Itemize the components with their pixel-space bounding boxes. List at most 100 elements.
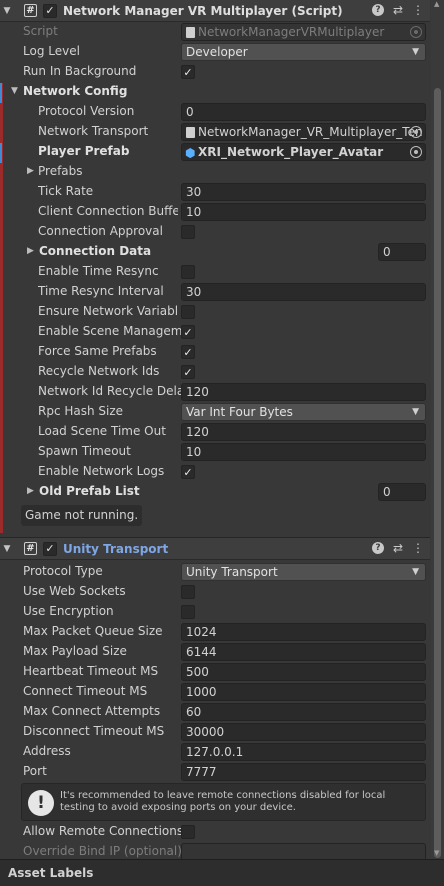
log-level-dropdown[interactable]: Developer ▼: [181, 43, 426, 61]
enable-scene-management-row: Enable Scene Manageme ✓: [0, 322, 430, 342]
port-field[interactable]: 7777: [181, 763, 426, 781]
network-transport-label: Network Transport: [38, 124, 149, 138]
component-title: Network Manager VR Multiplayer (Script): [63, 3, 343, 18]
scrollbar-thumb[interactable]: [434, 88, 441, 858]
help-icon[interactable]: ?: [371, 4, 384, 16]
run-in-background-checkbox[interactable]: ✓: [181, 65, 195, 79]
load-scene-time-out-field[interactable]: 120: [181, 423, 426, 441]
script-file-icon: [186, 127, 195, 138]
asset-labels-label: Asset Labels: [8, 866, 94, 880]
max-connect-attempts-field[interactable]: 60: [181, 703, 426, 721]
old-prefab-list-row[interactable]: ▶ Old Prefab List 0: [0, 482, 430, 502]
network-config-row[interactable]: ▼ Network Config: [0, 82, 430, 102]
enable-scene-management-checkbox[interactable]: ✓: [181, 325, 195, 339]
connection-data-size-field[interactable]: 0: [378, 243, 426, 261]
override-bind-ip-label: Override Bind IP (optional): [23, 844, 182, 858]
address-label: Address: [23, 744, 71, 758]
foldout-closed-icon[interactable]: ▶: [27, 166, 34, 176]
allow-remote-connections-checkbox[interactable]: [181, 825, 195, 839]
max-payload-size-row: Max Payload Size 6144: [0, 642, 430, 662]
component-enabled-checkbox[interactable]: ✓: [43, 3, 57, 18]
ensure-network-variable-checkbox[interactable]: [181, 305, 195, 319]
prefabs-label: Prefabs: [38, 164, 83, 178]
client-connection-buffer-field[interactable]: 10: [181, 203, 426, 221]
remote-connection-help-box: ! It's recommended to leave remote conne…: [21, 783, 426, 821]
asset-labels-bar[interactable]: Asset Labels: [0, 859, 444, 886]
network-transport-field[interactable]: NetworkManager_VR_Multiplayer_Ten: [181, 123, 426, 141]
protocol-version-label: Protocol Version: [38, 104, 135, 118]
foldout-closed-icon[interactable]: ▶: [27, 246, 34, 256]
old-prefab-list-label: Old Prefab List: [39, 484, 140, 498]
presets-icon[interactable]: ⇄: [393, 3, 403, 17]
network-transport-row: Network Transport NetworkManager_VR_Mult…: [0, 122, 430, 142]
network-id-recycle-delay-row: Network Id Recycle Delay 120: [0, 382, 430, 402]
scroll-up-icon[interactable]: ▲: [434, 0, 439, 8]
max-packet-queue-size-label: Max Packet Queue Size: [23, 624, 163, 638]
override-bind-ip-field: [181, 843, 426, 859]
ensure-network-variable-label: Ensure Network Variable: [38, 304, 178, 318]
unity-transport-header[interactable]: ▼ # ✓ Unity Transport ? ⇄ ⋮: [0, 538, 430, 560]
use-encryption-label: Use Encryption: [23, 604, 114, 618]
presets-icon[interactable]: ⇄: [393, 541, 403, 555]
use-encryption-checkbox[interactable]: [181, 605, 195, 619]
disconnect-timeout-field[interactable]: 30000: [181, 723, 426, 741]
foldout-open-icon[interactable]: ▼: [11, 86, 18, 96]
protocol-version-field[interactable]: 0: [181, 103, 426, 121]
fold-arrow-icon[interactable]: ▼: [0, 6, 14, 16]
script-hash-icon: #: [24, 4, 37, 17]
prefabs-row[interactable]: ▶ Prefabs: [0, 162, 430, 182]
network-manager-header[interactable]: ▼ # ✓ Network Manager VR Multiplayer (Sc…: [0, 0, 430, 22]
spawn-timeout-row: Spawn Timeout 10: [0, 442, 430, 462]
connect-timeout-row: Connect Timeout MS 1000: [0, 682, 430, 702]
network-id-recycle-delay-field[interactable]: 120: [181, 383, 426, 401]
max-payload-size-field[interactable]: 6144: [181, 643, 426, 661]
help-message: It's recommended to leave remote connect…: [60, 790, 386, 813]
max-packet-queue-size-field[interactable]: 1024: [181, 623, 426, 641]
enable-network-logs-checkbox[interactable]: ✓: [181, 465, 195, 479]
time-resync-interval-row: Time Resync Interval 30: [0, 282, 430, 302]
address-field[interactable]: 127.0.0.1: [181, 743, 426, 761]
connection-data-row[interactable]: ▶ Connection Data 0: [0, 242, 430, 262]
connection-approval-checkbox[interactable]: [181, 225, 195, 239]
enable-time-resync-row: Enable Time Resync: [0, 262, 430, 282]
inspector-scrollbar[interactable]: ▲ ▼: [431, 0, 444, 859]
help-icon[interactable]: ?: [371, 542, 384, 554]
allow-remote-connections-row: Allow Remote Connections?: [0, 822, 430, 842]
rpc-hash-size-dropdown[interactable]: Var Int Four Bytes ▼: [181, 403, 426, 421]
network-config-label: Network Config: [23, 84, 128, 98]
tick-rate-row: Tick Rate 30: [0, 182, 430, 202]
rpc-hash-size-row: Rpc Hash Size Var Int Four Bytes ▼: [0, 402, 430, 422]
heartbeat-timeout-field[interactable]: 500: [181, 663, 426, 681]
max-connect-attempts-row: Max Connect Attempts 60: [0, 702, 430, 722]
use-web-sockets-row: Use Web Sockets: [0, 582, 430, 602]
connection-data-label: Connection Data: [39, 244, 152, 258]
connect-timeout-field[interactable]: 1000: [181, 683, 426, 701]
use-web-sockets-label: Use Web Sockets: [23, 584, 126, 598]
object-picker-icon[interactable]: [410, 126, 422, 138]
enable-time-resync-checkbox[interactable]: [181, 265, 195, 279]
tick-rate-field[interactable]: 30: [181, 183, 426, 201]
old-prefab-list-size-field[interactable]: 0: [378, 483, 426, 501]
time-resync-interval-field[interactable]: 30: [181, 283, 426, 301]
tick-rate-label: Tick Rate: [38, 184, 94, 198]
log-level-value: Developer: [186, 45, 248, 59]
component-enabled-checkbox[interactable]: ✓: [43, 541, 57, 556]
run-in-background-row: Run In Background ✓: [0, 62, 430, 82]
context-menu-icon[interactable]: ⋮: [412, 541, 424, 555]
spawn-timeout-field[interactable]: 10: [181, 443, 426, 461]
scroll-down-icon[interactable]: ▼: [434, 849, 439, 857]
force-same-prefabs-checkbox[interactable]: ✓: [181, 345, 195, 359]
address-row: Address 127.0.0.1: [0, 742, 430, 762]
disconnect-timeout-row: Disconnect Timeout MS 30000: [0, 722, 430, 742]
chevron-down-icon: ▼: [412, 47, 419, 57]
recycle-network-ids-checkbox[interactable]: ✓: [181, 365, 195, 379]
protocol-type-dropdown[interactable]: Unity Transport ▼: [181, 563, 426, 581]
chevron-down-icon: ▼: [412, 567, 419, 577]
max-connect-attempts-label: Max Connect Attempts: [23, 704, 161, 718]
foldout-closed-icon[interactable]: ▶: [27, 486, 34, 496]
player-prefab-field[interactable]: ⬢ XRI_Network_Player_Avatar: [181, 143, 426, 161]
context-menu-icon[interactable]: ⋮: [412, 3, 424, 17]
object-picker-icon[interactable]: [410, 146, 422, 158]
use-web-sockets-checkbox[interactable]: [181, 585, 195, 599]
fold-arrow-icon[interactable]: ▼: [0, 544, 14, 554]
